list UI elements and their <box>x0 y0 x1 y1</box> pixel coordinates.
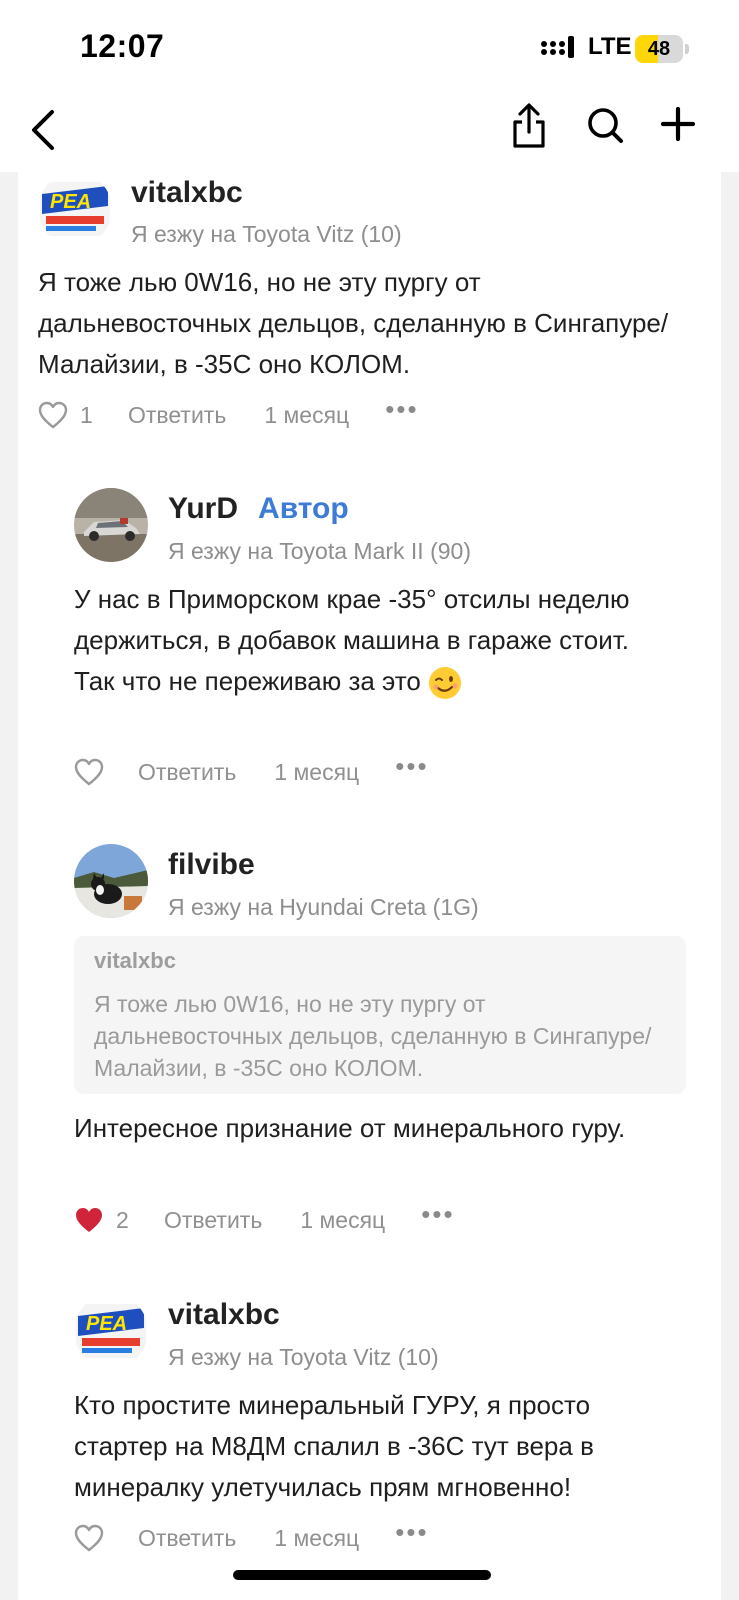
comment-text: У нас в Приморском крае -35° отсилы неде… <box>74 579 674 702</box>
chevron-left-icon[interactable] <box>28 108 58 152</box>
pea-logo-avatar: PEA <box>74 1294 148 1368</box>
share-icon[interactable] <box>510 102 548 150</box>
status-bar: 12:07 LTE 48 <box>0 0 739 92</box>
heart-outline-icon[interactable] <box>38 401 68 429</box>
reply-button[interactable]: Ответить <box>138 1525 236 1552</box>
comment-actions: 1 Ответить 1 месяц ••• <box>38 396 419 432</box>
comment: filvibe Я езжу на Hyundai Creta (1G) vit… <box>18 844 721 1264</box>
heart-outline-icon[interactable] <box>74 758 104 786</box>
quoted-text: Я тоже лью 0W16, но не эту пургу от даль… <box>94 991 652 1081</box>
search-icon[interactable] <box>586 106 626 146</box>
comment: PEA vitalxbc Я езжу на Toyota Vitz (10) … <box>18 172 721 452</box>
comment-user-car[interactable]: Я езжу на Toyota Vitz (10) <box>168 1344 439 1371</box>
comment-username[interactable]: vitalxbc <box>131 176 243 210</box>
signal-strength-icon <box>541 36 574 58</box>
comment-username[interactable]: vitalxbc <box>168 1298 280 1332</box>
user-avatar[interactable]: PEA <box>74 1294 148 1368</box>
more-options-icon[interactable]: ••• <box>421 1201 454 1227</box>
comment-username[interactable]: YurD Автор <box>168 492 349 526</box>
home-indicator[interactable] <box>233 1570 491 1580</box>
svg-text:PEA: PEA <box>86 1313 127 1335</box>
author-badge: Автор <box>258 492 349 525</box>
comments-list: PEA vitalxbc Я езжу на Toyota Vitz (10) … <box>18 172 721 1600</box>
reply-button[interactable]: Ответить <box>128 402 226 429</box>
comment-user-car[interactable]: Я езжу на Hyundai Creta (1G) <box>168 894 479 921</box>
network-type: LTE <box>588 33 632 60</box>
plus-icon[interactable] <box>660 106 696 142</box>
comment-time: 1 месяц <box>274 1524 360 1551</box>
comment: PEA vitalxbc Я езжу на Toyota Vitz (10) … <box>18 1294 721 1600</box>
comment-actions: Ответить 1 месяц ••• <box>74 1519 429 1555</box>
comment-actions: 2 Ответить 1 месяц ••• <box>74 1201 455 1237</box>
car-photo-avatar <box>74 488 148 562</box>
heart-outline-icon[interactable] <box>74 1524 104 1552</box>
user-avatar[interactable]: PEA <box>38 172 112 246</box>
more-options-icon[interactable]: ••• <box>395 1519 428 1545</box>
battery-level: 48 <box>647 38 671 60</box>
user-avatar[interactable] <box>74 844 148 918</box>
comment: YurD Автор Я езжу на Toyota Mark II (90) … <box>18 488 721 808</box>
heart-filled-icon[interactable] <box>74 1206 104 1234</box>
winking-face-emoji <box>429 667 462 700</box>
comment-user-car[interactable]: Я езжу на Toyota Vitz (10) <box>131 221 402 248</box>
nav-bar <box>0 92 739 172</box>
battery-icon: 48 <box>635 35 689 63</box>
user-avatar[interactable] <box>74 488 148 562</box>
comment-text: Я тоже лью 0W16, но не эту пургу от даль… <box>38 267 669 379</box>
pea-logo-avatar: PEA <box>38 172 112 246</box>
comment-actions: Ответить 1 месяц ••• <box>74 753 429 789</box>
status-time: 12:07 <box>80 28 165 64</box>
comment-time: 1 месяц <box>264 401 350 428</box>
quoted-username: vitalxbc <box>94 948 176 973</box>
svg-text:PEA: PEA <box>50 191 91 213</box>
comment-text-content: У нас в Приморском крае -35° отсилы неде… <box>74 584 630 696</box>
more-options-icon[interactable]: ••• <box>385 396 418 422</box>
quoted-comment[interactable]: vitalxbc Я тоже лью 0W16, но не эту пург… <box>74 936 686 1094</box>
reply-button[interactable]: Ответить <box>164 1207 262 1234</box>
comment-text: Кто простите минеральный ГУРУ, я просто … <box>74 1390 594 1502</box>
cat-photo-avatar <box>74 844 148 918</box>
comment-time: 1 месяц <box>300 1206 386 1233</box>
more-options-icon[interactable]: ••• <box>395 753 428 779</box>
comment-time: 1 месяц <box>274 758 360 785</box>
like-count: 1 <box>80 401 93 428</box>
comment-username-text[interactable]: YurD <box>168 492 238 525</box>
like-count: 2 <box>116 1206 129 1233</box>
comment-user-car[interactable]: Я езжу на Toyota Mark II (90) <box>168 538 471 565</box>
comment-username[interactable]: filvibe <box>168 848 255 882</box>
reply-button[interactable]: Ответить <box>138 759 236 786</box>
comment-text: Интересное признание от минерального гур… <box>74 1113 626 1143</box>
